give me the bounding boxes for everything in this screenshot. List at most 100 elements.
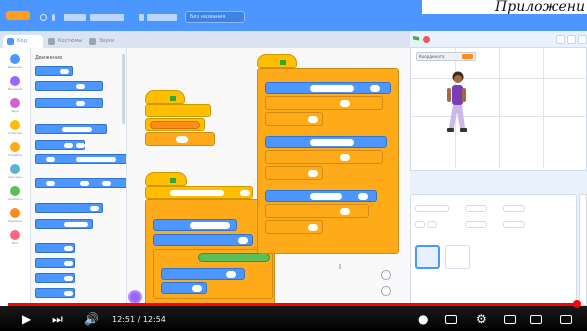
category-label: Переменные: [8, 219, 22, 223]
category-looks[interactable]: Внешний вид: [8, 76, 22, 96]
block-go-to[interactable]: [35, 124, 107, 134]
volume-icon[interactable]: 🔊: [84, 313, 99, 325]
small-stage-icon[interactable]: [556, 35, 565, 44]
settings-gear-icon[interactable]: ⚙: [476, 313, 487, 325]
when-flag-clicked-block[interactable]: [145, 90, 185, 104]
category-variables[interactable]: Переменные: [8, 208, 22, 228]
control-block[interactable]: [265, 96, 383, 110]
fullscreen-video-icon[interactable]: [560, 315, 572, 324]
block-turn-left[interactable]: [35, 98, 103, 108]
event-block[interactable]: [145, 104, 211, 117]
backdrop-panel[interactable]: [579, 194, 587, 306]
motion-block[interactable]: [265, 136, 387, 148]
monitor-label: Координата: [419, 54, 445, 59]
block-glide-to-xy[interactable]: [35, 178, 126, 188]
category-control[interactable]: Управление: [8, 142, 22, 162]
large-stage-icon[interactable]: [567, 35, 576, 44]
motion-block[interactable]: [161, 282, 207, 294]
block-set-y[interactable]: [35, 288, 75, 298]
motion-block[interactable]: [161, 268, 245, 280]
event-block[interactable]: [145, 186, 253, 199]
category-my-blocks[interactable]: Мои блоки: [8, 230, 22, 250]
tab-code[interactable]: Код: [3, 35, 43, 48]
category-label: Мои блоки: [11, 241, 19, 245]
control-block[interactable]: [265, 166, 323, 180]
mouse-cursor-icon: I: [339, 263, 342, 271]
block-turn-right[interactable]: [35, 81, 103, 91]
language-globe-icon[interactable]: [40, 14, 47, 21]
sprite-size-input[interactable]: [465, 221, 487, 228]
hide-sprite-button[interactable]: [427, 221, 437, 228]
code-icon: [7, 38, 14, 45]
block-change-x[interactable]: [35, 243, 75, 253]
category-label: Внешний вид: [8, 87, 22, 91]
tab-costumes[interactable]: Костюмы: [44, 35, 84, 48]
sprite-thumbnail-selected[interactable]: [415, 245, 440, 269]
language-chevron-icon[interactable]: [52, 14, 55, 21]
stage-column: Координата: [410, 31, 587, 306]
tab-code-label: Код: [17, 38, 28, 44]
block-go-to-xy[interactable]: [35, 140, 85, 150]
script-area[interactable]: I: [127, 48, 410, 306]
control-block[interactable]: [265, 150, 383, 164]
palette-scrollbar[interactable]: [122, 54, 125, 124]
green-flag-icon[interactable]: [413, 36, 419, 41]
when-flag-clicked-block[interactable]: [257, 54, 297, 68]
tutorials-icon[interactable]: [139, 14, 144, 21]
category-label: Звук: [11, 109, 19, 113]
add-sprite-button[interactable]: [128, 290, 142, 304]
progress-played: [8, 303, 576, 306]
category-motion[interactable]: Движение: [8, 54, 22, 74]
costumes-icon: [48, 38, 55, 45]
scratch-logo[interactable]: [6, 11, 30, 20]
project-title-input[interactable]: Без названия: [185, 11, 245, 23]
fullscreen-icon[interactable]: [578, 35, 587, 44]
sprite-x-input[interactable]: [465, 205, 487, 212]
menu-edit[interactable]: [90, 14, 124, 21]
show-sprite-button[interactable]: [415, 221, 425, 228]
next-icon[interactable]: ⏭: [52, 313, 63, 325]
block-point-towards[interactable]: [35, 219, 93, 229]
motion-block[interactable]: [265, 190, 377, 202]
zoom-in-icon[interactable]: [381, 270, 391, 280]
scratch-editor: Без названия Приложени Код Костюмы Звуки…: [0, 0, 587, 331]
motion-block[interactable]: [265, 82, 391, 94]
subtitles-icon[interactable]: [445, 315, 457, 324]
progress-scrubber[interactable]: [573, 300, 581, 308]
person-sprite[interactable]: [441, 70, 473, 142]
block-point-direction[interactable]: [35, 203, 103, 213]
block-glide-to[interactable]: [35, 154, 126, 164]
category-operators[interactable]: Операторы: [8, 186, 22, 206]
stage-header: [410, 31, 587, 47]
video-overlay-title: Приложени: [422, 0, 587, 14]
sprite-y-input[interactable]: [503, 205, 525, 212]
miniplayer-icon[interactable]: [504, 315, 516, 324]
block-change-y[interactable]: [35, 273, 75, 283]
block-move-steps[interactable]: [35, 66, 73, 76]
category-sensing[interactable]: Сенсоры: [8, 164, 22, 184]
when-flag-clicked-block[interactable]: [145, 172, 187, 186]
menu-tutorials[interactable]: [147, 14, 177, 21]
stage[interactable]: Координата: [410, 47, 587, 171]
motion-block[interactable]: [153, 234, 253, 246]
event-block[interactable]: [145, 118, 205, 131]
stop-icon[interactable]: [423, 36, 430, 43]
theater-mode-icon[interactable]: [530, 315, 542, 324]
control-block[interactable]: [265, 204, 369, 218]
control-block[interactable]: [265, 220, 323, 234]
sprite-direction-input[interactable]: [503, 221, 525, 228]
sprite-thumbnail[interactable]: [445, 245, 470, 269]
autoplay-toggle-icon[interactable]: ●: [418, 313, 428, 325]
menu-file[interactable]: [64, 14, 86, 21]
zoom-out-icon[interactable]: [381, 286, 391, 296]
tab-sounds[interactable]: Звуки: [85, 35, 119, 48]
sprite-name-input[interactable]: [415, 205, 449, 212]
play-icon[interactable]: ▶: [22, 313, 31, 325]
motion-block[interactable]: [153, 219, 237, 231]
category-label: Движение: [8, 65, 22, 69]
control-block[interactable]: [265, 112, 323, 126]
category-events[interactable]: События: [8, 120, 22, 140]
block-set-x[interactable]: [35, 258, 75, 268]
category-sound[interactable]: Звук: [8, 98, 22, 118]
control-block[interactable]: [145, 132, 215, 146]
